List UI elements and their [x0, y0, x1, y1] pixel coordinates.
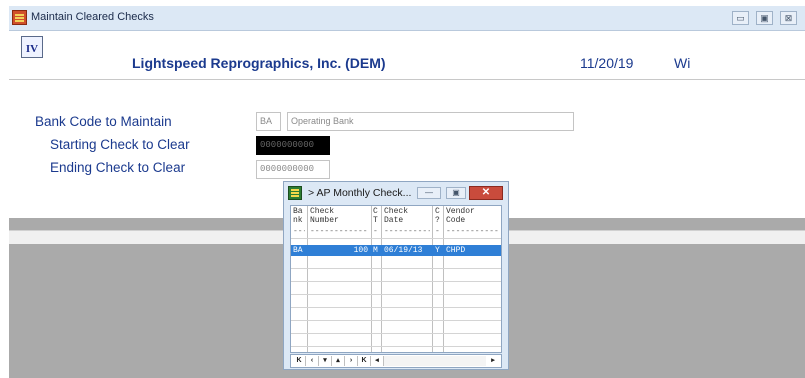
- grid-navigation-bar: K ‹ ▾ ▴ › K ◂ ▸: [290, 354, 502, 368]
- grid-row-divider: [291, 346, 501, 347]
- bank-code-label: Bank Code to Maintain: [35, 114, 172, 129]
- last-record-icon[interactable]: K: [358, 356, 371, 366]
- column-header-cleared[interactable]: C?: [435, 207, 440, 225]
- window-title: Maintain Cleared Checks: [31, 11, 154, 23]
- session-date: 11/20/19: [580, 55, 634, 71]
- starting-check-input[interactable]: 0000000000: [256, 136, 330, 155]
- next-page-icon[interactable]: ›: [345, 356, 358, 366]
- minimize-button[interactable]: ▭: [732, 11, 749, 25]
- popup-title: > AP Monthly Check...: [308, 187, 412, 199]
- cell-vendor-code[interactable]: CHPD: [446, 246, 465, 256]
- column-header-bank[interactable]: Ba nk: [293, 207, 303, 225]
- close-button[interactable]: ⊠: [780, 11, 797, 25]
- header-dash: ------------------: [446, 228, 500, 236]
- cell-check-type[interactable]: M: [373, 246, 378, 256]
- grid-column-divider: [307, 206, 308, 352]
- grid-row-divider: [291, 268, 501, 269]
- column-header-vendor-code[interactable]: Vendor Code: [446, 207, 475, 225]
- lookup-app-icon: [288, 186, 302, 200]
- ending-check-input[interactable]: 0000000000: [256, 160, 330, 179]
- bank-name-field: Operating Bank: [287, 112, 574, 131]
- popup-close-button[interactable]: ✕: [469, 186, 503, 200]
- lookup-grid[interactable]: Ba nk Check Number CT Check Date C? Vendor C…: [290, 205, 502, 353]
- cell-bank[interactable]: BA: [293, 246, 303, 256]
- grid-row-divider: [291, 238, 501, 239]
- cell-cleared[interactable]: Y: [435, 246, 440, 256]
- grid-column-divider: [381, 206, 382, 352]
- app-icon: [12, 10, 27, 25]
- header-divider: [9, 79, 805, 80]
- header-dash: --: [435, 228, 441, 236]
- scroll-right-icon[interactable]: ▸: [487, 356, 499, 366]
- cell-check-date[interactable]: 06/19/13: [384, 246, 422, 256]
- header-dash: --------: [293, 228, 305, 236]
- popup-maximize-button[interactable]: ▣: [446, 187, 466, 199]
- company-name: Lightspeed Reprographics, Inc. (DEM): [132, 55, 386, 71]
- first-record-icon[interactable]: K: [293, 356, 306, 366]
- column-header-check-number[interactable]: Check Number: [310, 207, 339, 225]
- grid-row-divider: [291, 281, 501, 282]
- grid-column-divider: [371, 206, 372, 352]
- user-code: Wi: [674, 55, 691, 71]
- grid-row-divider: [291, 307, 501, 308]
- column-header-check-type[interactable]: CT: [373, 207, 378, 225]
- header-dash: ------------------: [384, 228, 430, 236]
- horizontal-scrollbar[interactable]: [384, 356, 486, 366]
- sage-logo-icon: IV: [21, 36, 43, 58]
- bank-code-input[interactable]: BA: [256, 112, 281, 131]
- starting-check-label: Starting Check to Clear: [50, 137, 190, 152]
- grid-row-divider: [291, 294, 501, 295]
- next-record-icon[interactable]: ▴: [332, 356, 345, 366]
- maximize-button[interactable]: ▣: [756, 11, 773, 25]
- column-header-check-date[interactable]: Check Date: [384, 207, 408, 225]
- grid-row-divider: [291, 333, 501, 334]
- grid-column-divider: [432, 206, 433, 352]
- header-dash: ------------------: [310, 228, 368, 236]
- lookup-popup[interactable]: > AP Monthly Check... — ▣ ✕ Ba nk Check Nu…: [283, 181, 509, 370]
- title-bar[interactable]: Maintain Cleared Checks ▭ ▣ ⊠: [9, 6, 805, 31]
- grid-row-divider: [291, 320, 501, 321]
- grid-column-divider: [443, 206, 444, 352]
- ending-check-label: Ending Check to Clear: [50, 160, 186, 175]
- previous-page-icon[interactable]: ‹: [306, 356, 319, 366]
- header-dash: --: [373, 228, 379, 236]
- popup-minimize-button[interactable]: —: [417, 187, 441, 199]
- scroll-left-icon[interactable]: ◂: [371, 356, 384, 366]
- cell-check-number[interactable]: 100: [310, 246, 368, 256]
- previous-record-icon[interactable]: ▾: [319, 356, 332, 366]
